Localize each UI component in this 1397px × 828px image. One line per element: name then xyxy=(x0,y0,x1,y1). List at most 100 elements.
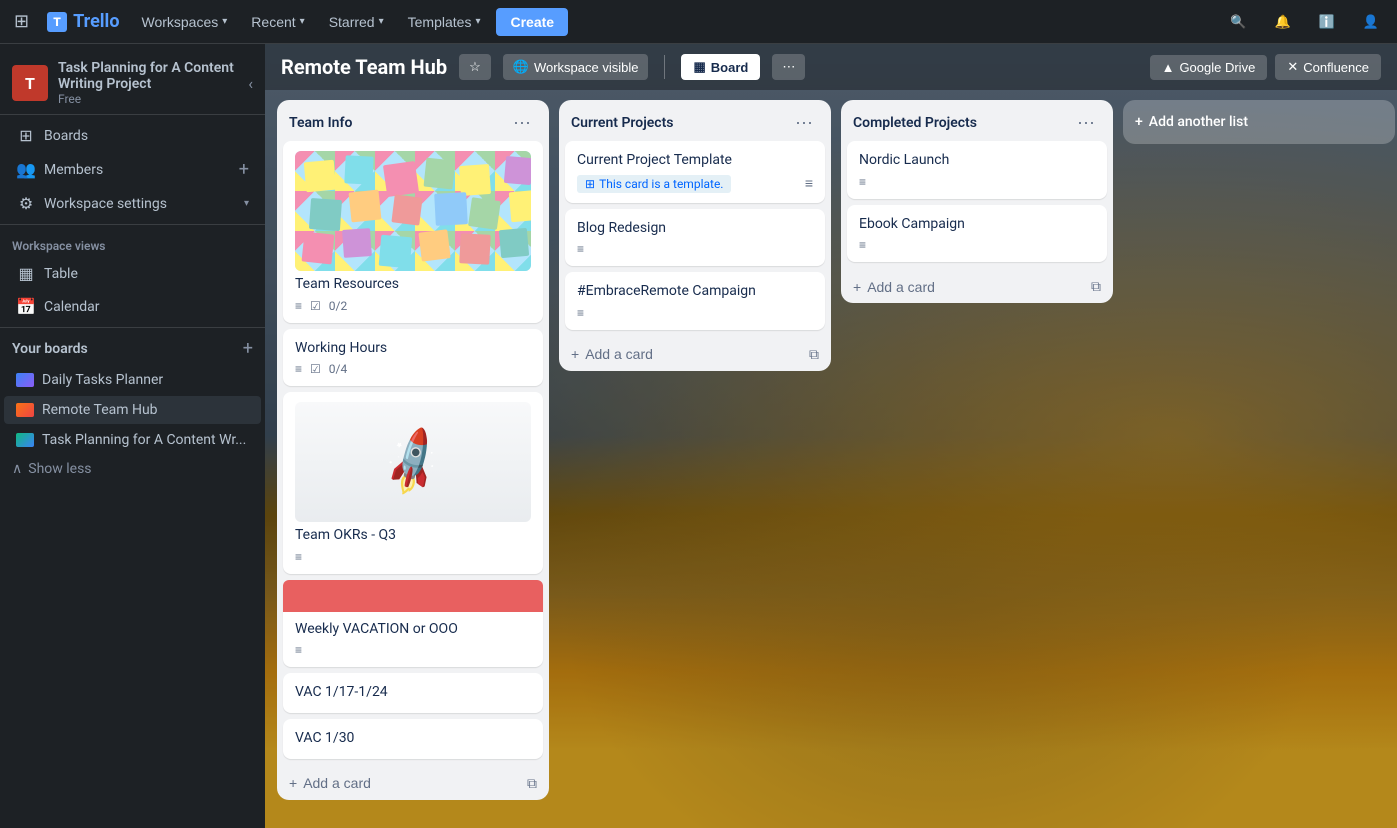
card-working-hours-meta: ≡ ☑ 0/4 xyxy=(295,362,531,376)
checklist-icon: ☑ xyxy=(310,299,321,313)
show-less-button[interactable]: ∧ Show less xyxy=(0,455,265,483)
list-team-info-title: Team Info xyxy=(289,115,352,131)
grid-icon[interactable]: ⊞ xyxy=(8,7,35,36)
sidebar-item-workspace-settings[interactable]: ⚙ Workspace settings ▾ xyxy=(4,188,261,219)
workspace-plan: Free xyxy=(58,92,238,106)
info-button[interactable]: ℹ️ xyxy=(1309,8,1345,36)
remote-team-board-icon xyxy=(16,403,34,417)
workspaces-menu[interactable]: Workspaces ▾ xyxy=(131,8,237,36)
card-team-resources-title: Team Resources xyxy=(295,276,399,292)
sidebar-item-table[interactable]: ▦ Table xyxy=(4,258,261,289)
visibility-button[interactable]: 🌐 Workspace visible xyxy=(503,54,649,80)
card-nordic-launch[interactable]: Nordic Launch ≡ xyxy=(847,141,1107,199)
starred-caret: ▾ xyxy=(379,16,384,27)
views-more-button[interactable]: ⋯ xyxy=(772,54,805,80)
recent-caret: ▾ xyxy=(300,16,305,27)
card-team-resources[interactable]: Team Resources ≡ ☑ 0/2 xyxy=(283,141,543,323)
card-vac-2-title: VAC 1/30 xyxy=(295,730,354,746)
sidebar-item-members[interactable]: 👥 Members + xyxy=(4,153,261,186)
list-completed-projects-menu[interactable]: ··· xyxy=(1071,110,1101,135)
workspace-header: T Task Planning for A Content Writing Pr… xyxy=(0,52,265,115)
lists-container: Team Info ··· xyxy=(265,90,1397,828)
plus-icon: + xyxy=(853,279,861,295)
card-blog-redesign[interactable]: Blog Redesign ≡ xyxy=(565,209,825,267)
sidebar-item-daily-tasks[interactable]: Daily Tasks Planner xyxy=(4,366,261,394)
recent-menu[interactable]: Recent ▾ xyxy=(241,8,314,36)
card-weekly-vacation[interactable]: Weekly VACATION or OOO ≡ xyxy=(283,580,543,668)
card-ebook-campaign[interactable]: Ebook Campaign ≡ xyxy=(847,205,1107,263)
starred-menu[interactable]: Starred ▾ xyxy=(319,8,394,36)
card-template-icon: ⧉ xyxy=(809,346,819,363)
sidebar-item-task-planning[interactable]: Task Planning for A Content Wr... xyxy=(4,426,261,454)
list-team-info-menu[interactable]: ··· xyxy=(507,110,537,135)
list-completed-projects-header: Completed Projects ··· xyxy=(841,100,1113,141)
sticky-notes-cover xyxy=(295,151,531,271)
add-list-button[interactable]: + Add another list xyxy=(1123,100,1395,144)
topnav-right-actions: 🔍 🔔 ℹ️ 👤 xyxy=(1220,8,1389,36)
card-embrace-remote[interactable]: #EmbraceRemote Campaign ≡ xyxy=(565,272,825,330)
card-vac-1-title: VAC 1/17-1/24 xyxy=(295,684,388,700)
description-icon: ≡ xyxy=(295,299,302,313)
board-header-right: ▲ Google Drive ✕ Confluence xyxy=(1150,54,1381,80)
card-weekly-vacation-icons: ≡ xyxy=(295,643,302,657)
card-embrace-remote-meta: ≡ xyxy=(577,306,813,320)
card-team-resources-icons: ≡ ☑ 0/2 xyxy=(295,299,347,313)
members-icon: 👥 xyxy=(16,160,36,179)
description-icon: ≡ xyxy=(859,238,866,252)
add-card-current-projects-button[interactable]: + Add a card ⧉ xyxy=(559,338,831,371)
daily-tasks-board-icon xyxy=(16,373,34,387)
card-team-resources-meta: ≡ ☑ 0/2 xyxy=(295,299,531,313)
add-member-icon[interactable]: + xyxy=(239,159,249,180)
board-title: Remote Team Hub xyxy=(281,55,447,79)
workspace-icon: T xyxy=(12,65,48,101)
card-template-meta: ⊞ This card is a template. ≡ xyxy=(577,175,813,193)
card-current-project-template[interactable]: Current Project Template ⊞ This card is … xyxy=(565,141,825,203)
notification-button[interactable]: 🔔 xyxy=(1264,8,1300,36)
trello-logo[interactable]: T Trello xyxy=(39,11,127,32)
add-card-completed-projects-button[interactable]: + Add a card ⧉ xyxy=(841,270,1113,303)
rocket-icon: 🚀 xyxy=(373,423,453,502)
google-drive-button[interactable]: ▲ Google Drive xyxy=(1150,55,1268,80)
card-nordic-launch-title: Nordic Launch xyxy=(859,152,949,168)
board-header: Remote Team Hub ☆ 🌐 Workspace visible ▦ … xyxy=(265,44,1397,90)
templates-menu[interactable]: Templates ▾ xyxy=(398,8,491,36)
template-badge-icon: ⊞ xyxy=(585,177,595,191)
card-working-hours-icons: ≡ ☑ 0/4 xyxy=(295,362,347,376)
description-icon: ≡ xyxy=(295,643,302,657)
card-team-okrs[interactable]: 🚀 Team OKRs - Q3 ≡ xyxy=(283,392,543,574)
card-vac-2[interactable]: VAC 1/30 xyxy=(283,719,543,759)
settings-caret: ▾ xyxy=(244,198,249,209)
confluence-button[interactable]: ✕ Confluence xyxy=(1275,54,1381,80)
sidebar-item-remote-team[interactable]: Remote Team Hub xyxy=(4,396,261,424)
collapse-sidebar-button[interactable]: ‹ xyxy=(248,74,253,93)
plus-icon: + xyxy=(1135,114,1143,130)
table-icon: ▦ xyxy=(16,264,36,283)
search-button[interactable]: 🔍 xyxy=(1220,8,1256,36)
card-working-hours[interactable]: Working Hours ≡ ☑ 0/4 xyxy=(283,329,543,387)
description-icon: ≡ xyxy=(295,362,302,376)
card-vac-1[interactable]: VAC 1/17-1/24 xyxy=(283,673,543,713)
star-board-button[interactable]: ☆ xyxy=(459,54,491,80)
your-boards-title: Your boards xyxy=(12,341,88,357)
boards-icon: ⊞ xyxy=(16,126,36,145)
workspace-info: Task Planning for A Content Writing Proj… xyxy=(58,60,238,106)
workspaces-caret: ▾ xyxy=(222,16,227,27)
sidebar-item-boards[interactable]: ⊞ Boards xyxy=(4,120,261,151)
create-button[interactable]: Create xyxy=(496,8,568,36)
board-view-button[interactable]: ▦ Board xyxy=(681,54,760,80)
card-ebook-campaign-meta: ≡ xyxy=(859,238,1095,252)
card-template-icon: ⧉ xyxy=(1091,278,1101,295)
list-current-projects-menu[interactable]: ··· xyxy=(789,110,819,135)
list-current-projects-header: Current Projects ··· xyxy=(559,100,831,141)
add-board-icon[interactable]: + xyxy=(243,338,253,359)
sidebar-item-calendar[interactable]: 📅 Calendar xyxy=(4,291,261,322)
board-area: Remote Team Hub ☆ 🌐 Workspace visible ▦ … xyxy=(265,44,1397,828)
list-team-info-header: Team Info ··· xyxy=(277,100,549,141)
description-icon: ≡ xyxy=(295,550,302,564)
card-weekly-vacation-meta: ≡ xyxy=(295,643,531,657)
description-icon: ≡ xyxy=(577,242,584,256)
add-card-team-info-button[interactable]: + Add a card ⧉ xyxy=(277,767,549,800)
list-current-projects-title: Current Projects xyxy=(571,115,674,131)
google-drive-icon: ▲ xyxy=(1162,60,1175,75)
avatar-button[interactable]: 👤 xyxy=(1353,8,1389,36)
